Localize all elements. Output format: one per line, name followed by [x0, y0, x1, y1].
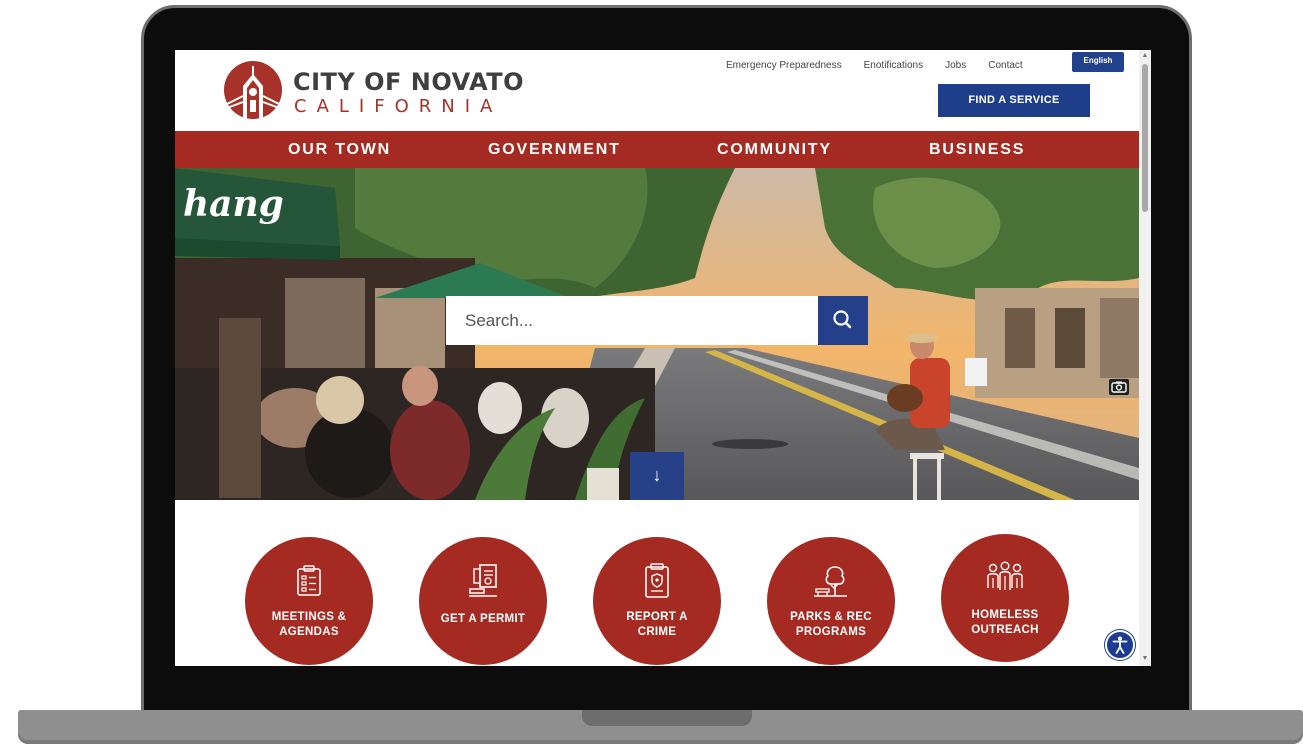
- nav-item-our-town[interactable]: OUR TOWN: [288, 131, 391, 168]
- umbrella-brand-text: hang: [183, 183, 284, 225]
- nav-item-business[interactable]: BUSINESS: [929, 131, 1025, 168]
- site-search-box: [446, 296, 819, 345]
- quick-link-label: MEETINGS & AGENDAS: [271, 611, 347, 638]
- scrollbar-thumb[interactable]: [1142, 64, 1148, 212]
- laptop-mockup: CITY OF NOVATO CALIFORNIA Emergency Prep…: [0, 0, 1303, 746]
- search-icon: [833, 310, 852, 329]
- arrow-down-icon: ↓: [652, 465, 662, 485]
- quick-link-label: HOMELESS OUTREACH: [971, 609, 1039, 636]
- browser-viewport: CITY OF NOVATO CALIFORNIA Emergency Prep…: [175, 50, 1151, 666]
- city-logo[interactable]: CITY OF NOVATO CALIFORNIA: [223, 60, 525, 122]
- main-navigation: OUR TOWN GOVERNMENT COMMUNITY BUSINESS: [175, 131, 1139, 168]
- clipboard-list-icon: [297, 565, 321, 596]
- logo-city-name: CITY OF NOVATO: [293, 68, 525, 96]
- accessibility-icon: [1112, 636, 1128, 654]
- quick-link-parks-rec-programs[interactable]: PARKS & REC PROGRAMS: [767, 537, 895, 665]
- quick-link-meetings-agendas[interactable]: MEETINGS & AGENDAS: [245, 537, 373, 665]
- nav-item-government[interactable]: GOVERNMENT: [488, 131, 621, 168]
- photo-credit-button[interactable]: [1109, 379, 1129, 395]
- accessibility-button[interactable]: [1105, 630, 1135, 660]
- quick-link-label: GET A PERMIT: [440, 613, 526, 625]
- nav-item-community[interactable]: COMMUNITY: [717, 131, 832, 168]
- utility-link-enotifications[interactable]: Enotifications: [864, 60, 923, 74]
- find-a-service-button[interactable]: FIND A SERVICE: [938, 84, 1090, 117]
- camera-icon: [1111, 381, 1127, 393]
- utility-link-contact[interactable]: Contact: [988, 60, 1022, 74]
- hero-banner: hang Search... ↓: [175, 168, 1139, 500]
- quick-link-label: PARKS & REC PROGRAMS: [790, 611, 872, 638]
- tree-bench-icon: [814, 566, 847, 597]
- quick-link-get-a-permit[interactable]: GET A PERMIT: [419, 537, 547, 665]
- permit-stamp-icon: [469, 564, 497, 597]
- search-input[interactable]: [446, 296, 819, 345]
- laptop-notch: [582, 710, 752, 726]
- police-badge-icon: [645, 563, 669, 598]
- quick-link-report-a-crime[interactable]: REPORT A CRIME: [593, 537, 721, 665]
- utility-link-emergency-preparedness[interactable]: Emergency Preparedness: [726, 60, 842, 74]
- logo-state-name: CALIFORNIA: [294, 96, 503, 117]
- people-group-icon: [987, 561, 1023, 590]
- search-button[interactable]: [818, 296, 868, 345]
- scroll-down-arrow-icon[interactable]: ▼: [1141, 655, 1149, 663]
- page-scrollbar[interactable]: ▲ ▼: [1139, 50, 1151, 666]
- quick-link-label: REPORT A CRIME: [626, 611, 688, 638]
- utility-links: Emergency Preparedness Enotifications Jo…: [726, 60, 1023, 74]
- scroll-down-button[interactable]: ↓: [630, 452, 684, 500]
- language-selector-button[interactable]: English: [1072, 52, 1124, 72]
- scroll-up-arrow-icon[interactable]: ▲: [1141, 52, 1149, 60]
- quick-link-homeless-outreach[interactable]: HOMELESS OUTREACH: [941, 534, 1069, 662]
- clock-tower-seal-icon: [224, 61, 282, 119]
- utility-link-jobs[interactable]: Jobs: [945, 60, 966, 74]
